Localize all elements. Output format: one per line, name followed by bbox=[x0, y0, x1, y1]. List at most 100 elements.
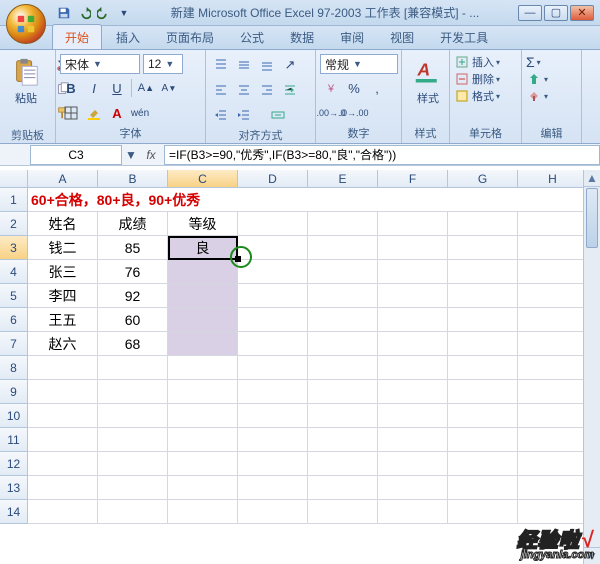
paste-button[interactable]: 粘贴 bbox=[4, 52, 48, 110]
bold-button[interactable]: B bbox=[60, 77, 82, 99]
increase-indent-button[interactable] bbox=[233, 104, 255, 126]
row-header[interactable]: 8 bbox=[0, 356, 28, 380]
tab-home[interactable]: 开始 bbox=[52, 24, 102, 49]
right-align-button[interactable] bbox=[256, 79, 278, 101]
styles-button[interactable]: A 样式 bbox=[406, 52, 450, 110]
minimize-button[interactable]: — bbox=[518, 5, 542, 21]
cell[interactable]: 王五 bbox=[28, 308, 98, 332]
top-align-button[interactable] bbox=[210, 54, 232, 76]
row-header[interactable]: 10 bbox=[0, 404, 28, 428]
col-header[interactable]: D bbox=[238, 170, 308, 188]
cell[interactable]: 92 bbox=[98, 284, 168, 308]
redo-icon[interactable] bbox=[96, 5, 112, 21]
middle-align-button[interactable] bbox=[233, 54, 255, 76]
cell[interactable]: 76 bbox=[98, 260, 168, 284]
cell[interactable] bbox=[168, 284, 238, 308]
italic-button[interactable]: I bbox=[83, 77, 105, 99]
name-box-dropdown[interactable]: ▼ bbox=[124, 148, 138, 162]
cell[interactable] bbox=[168, 260, 238, 284]
office-button[interactable] bbox=[6, 4, 46, 44]
font-color-button[interactable]: A bbox=[106, 102, 128, 124]
row-header[interactable]: 12 bbox=[0, 452, 28, 476]
col-header[interactable]: F bbox=[378, 170, 448, 188]
left-align-button[interactable] bbox=[210, 79, 232, 101]
active-cell[interactable]: 良 bbox=[168, 236, 238, 260]
row-header[interactable]: 7 bbox=[0, 332, 28, 356]
cell[interactable]: 成绩 bbox=[98, 212, 168, 236]
maximize-button[interactable]: ▢ bbox=[544, 5, 568, 21]
cell[interactable] bbox=[168, 308, 238, 332]
delete-cells-button[interactable]: 删除▾ bbox=[454, 71, 500, 87]
percent-button[interactable]: % bbox=[343, 77, 365, 99]
vertical-scrollbar[interactable]: ▲ ▼ bbox=[583, 170, 600, 564]
cell[interactable]: 李四 bbox=[28, 284, 98, 308]
cell[interactable]: 68 bbox=[98, 332, 168, 356]
cell[interactable]: 85 bbox=[98, 236, 168, 260]
col-header[interactable]: G bbox=[448, 170, 518, 188]
col-header[interactable]: H bbox=[518, 170, 588, 188]
phonetic-button[interactable]: wén bbox=[129, 102, 151, 124]
cell[interactable] bbox=[168, 332, 238, 356]
grow-font-button[interactable]: A▲ bbox=[135, 77, 157, 99]
cell[interactable]: 张三 bbox=[28, 260, 98, 284]
tab-dev[interactable]: 开发工具 bbox=[428, 25, 500, 49]
shrink-font-button[interactable]: A▼ bbox=[158, 77, 180, 99]
font-size-combo[interactable]: 12▼ bbox=[143, 54, 183, 74]
row-header[interactable]: 1 bbox=[0, 188, 28, 212]
fx-icon[interactable]: fx bbox=[142, 148, 160, 162]
fill-button[interactable]: ▾ bbox=[526, 71, 548, 87]
autosum-button[interactable]: Σ▾ bbox=[526, 54, 541, 70]
merge-center-button[interactable] bbox=[256, 104, 300, 126]
fill-color-button[interactable] bbox=[83, 102, 105, 124]
font-name-combo[interactable]: 宋体▼ bbox=[60, 54, 140, 74]
undo-icon[interactable] bbox=[76, 5, 92, 21]
formula-input[interactable]: =IF(B3>=90,"优秀",IF(B3>=80,"良","合格")) bbox=[164, 145, 600, 165]
tab-insert[interactable]: 插入 bbox=[104, 25, 152, 49]
close-button[interactable]: ✕ bbox=[570, 5, 594, 21]
worksheet-grid[interactable]: A B C D E F G H 1 60+合格，80+良，90+优秀 2 姓名 … bbox=[0, 170, 600, 564]
row-header[interactable]: 11 bbox=[0, 428, 28, 452]
cell[interactable]: 姓名 bbox=[28, 212, 98, 236]
cell[interactable]: 等级 bbox=[168, 212, 238, 236]
select-all-corner[interactable] bbox=[0, 170, 28, 188]
cell[interactable]: 钱二 bbox=[28, 236, 98, 260]
scroll-thumb[interactable] bbox=[586, 188, 598, 248]
tab-view[interactable]: 视图 bbox=[378, 25, 426, 49]
clear-button[interactable]: ▾ bbox=[526, 88, 548, 104]
row-header[interactable]: 13 bbox=[0, 476, 28, 500]
number-format-combo[interactable]: 常规▼ bbox=[320, 54, 398, 74]
row-header[interactable]: 14 bbox=[0, 500, 28, 524]
decrease-indent-button[interactable] bbox=[210, 104, 232, 126]
scroll-up-icon[interactable]: ▲ bbox=[584, 170, 600, 187]
col-header[interactable]: C bbox=[168, 170, 238, 188]
comma-button[interactable]: , bbox=[366, 77, 388, 99]
tab-review[interactable]: 审阅 bbox=[328, 25, 376, 49]
row-header[interactable]: 3 bbox=[0, 236, 28, 260]
insert-cells-button[interactable]: 插入▾ bbox=[454, 54, 500, 70]
cell[interactable]: 赵六 bbox=[28, 332, 98, 356]
tab-formula[interactable]: 公式 bbox=[228, 25, 276, 49]
bottom-align-button[interactable] bbox=[256, 54, 278, 76]
row-header[interactable]: 5 bbox=[0, 284, 28, 308]
row-header[interactable]: 6 bbox=[0, 308, 28, 332]
col-header[interactable]: E bbox=[308, 170, 378, 188]
name-box[interactable]: C3 bbox=[30, 145, 122, 165]
underline-button[interactable]: U bbox=[106, 77, 128, 99]
cell[interactable]: 60 bbox=[98, 308, 168, 332]
border-button[interactable] bbox=[60, 102, 82, 124]
orientation-button[interactable]: ↗ bbox=[279, 54, 301, 76]
col-header[interactable]: B bbox=[98, 170, 168, 188]
row-header[interactable]: 2 bbox=[0, 212, 28, 236]
row-header[interactable]: 9 bbox=[0, 380, 28, 404]
center-align-button[interactable] bbox=[233, 79, 255, 101]
cell[interactable]: 60+合格，80+良，90+优秀 bbox=[28, 188, 588, 212]
format-cells-button[interactable]: 格式▾ bbox=[454, 88, 500, 104]
col-header[interactable]: A bbox=[28, 170, 98, 188]
fill-handle[interactable] bbox=[235, 256, 241, 262]
scroll-down-icon[interactable]: ▼ bbox=[584, 547, 600, 564]
decrease-decimal-button[interactable]: .0→.00 bbox=[343, 102, 365, 124]
save-icon[interactable] bbox=[56, 5, 72, 21]
tab-layout[interactable]: 页面布局 bbox=[154, 25, 226, 49]
wrap-text-button[interactable] bbox=[279, 79, 301, 101]
qat-dropdown-icon[interactable]: ▼ bbox=[116, 5, 132, 21]
